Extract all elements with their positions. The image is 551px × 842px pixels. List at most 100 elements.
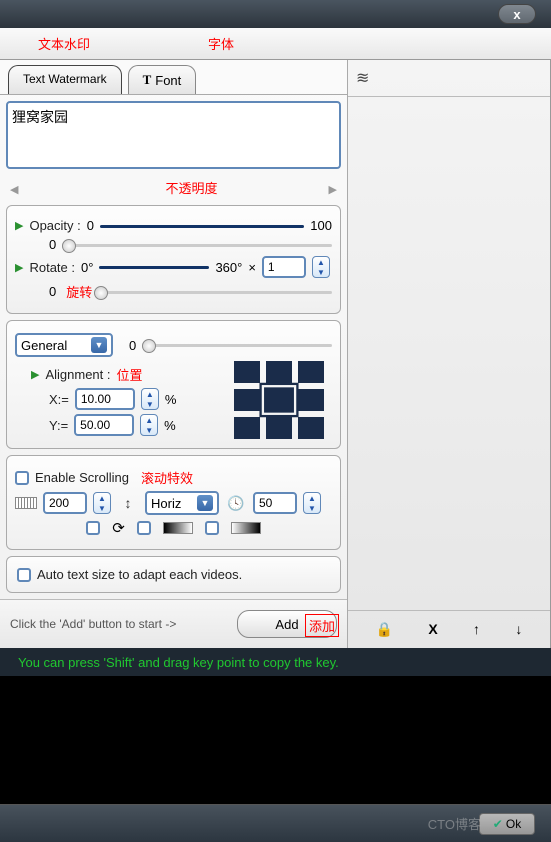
lock-icon[interactable]: 🔒 [376,621,393,638]
ok-button[interactable]: ✔ Ok [479,813,535,835]
clock-icon: 🕓 [225,494,247,512]
chevron-down-icon: ▼ [91,337,107,353]
align-mr[interactable] [298,389,324,411]
rotate-spinner[interactable]: ▲▼ [312,256,330,278]
opacity-value-row: 0 [15,237,332,252]
left-panel: Text Watermark T Font 狸窝家园 ◀ 不透明度 ▶ ▶ Op… [0,60,348,648]
y-spinner[interactable]: ▲▼ [140,414,158,436]
general-dropdown[interactable]: General ▼ [15,333,113,357]
alignment-label-row: ▶ Alignment : 位置 [31,365,234,384]
ann-scrolling: 滚动特效 [141,468,193,487]
chevron-down-icon[interactable]: ▼ [313,267,329,277]
opt2-checkbox[interactable] [137,521,151,535]
y-input[interactable] [74,414,134,436]
auto-text-label: Auto text size to adapt each videos. [37,567,242,582]
down-icon[interactable]: ↓ [515,621,522,638]
auto-text-checkbox[interactable] [17,568,31,582]
enable-scrolling-label: Enable Scrolling [35,470,129,485]
rotate-min: 0° [81,260,93,275]
ann-add: 添加 [305,614,339,637]
chevron-up-icon[interactable]: ▲ [304,493,320,503]
chevron-up-icon[interactable]: ▲ [313,257,329,267]
general-alignment-section: General ▼ 0 ▶ Alignment : 位置 [6,320,341,449]
triangle-icon: ▶ [15,261,23,274]
right-bottom-toolbar: 🔒 X ↑ ↓ [348,610,550,648]
general-num: 0 [129,338,136,353]
align-bc[interactable] [266,417,292,439]
opacity-row: ▶ Opacity : 0 100 [15,218,332,233]
delete-icon[interactable]: X [428,621,437,638]
scroll-speed-input[interactable] [253,492,297,514]
auto-text-section: Auto text size to adapt each videos. [6,556,341,593]
rotate-times-input[interactable] [262,256,306,278]
rotate-label: Rotate : [29,260,75,275]
chevron-down-icon[interactable]: ▼ [304,503,320,513]
shift-hint: You can press 'Shift' and drag key point… [18,655,339,670]
scroll-speed-spinner[interactable]: ▲▼ [303,492,321,514]
up-icon[interactable]: ↑ [473,621,480,638]
arrow-right-icon: ▶ [329,183,337,196]
chevron-up-icon[interactable]: ▲ [142,389,158,399]
tab-font[interactable]: T Font [128,65,197,94]
watermark-text-input[interactable]: 狸窝家园 [6,101,341,169]
rotate-times: × [248,260,256,275]
ann-position: 位置 [117,365,143,384]
align-ml[interactable] [234,389,260,411]
general-slider[interactable] [142,339,332,351]
x-label: X:= [49,392,69,407]
opt1-checkbox[interactable] [86,521,100,535]
align-mc[interactable] [264,387,294,412]
chevron-up-icon[interactable]: ▲ [94,493,110,503]
add-hint: Click the 'Add' button to start -> [10,617,229,631]
close-button[interactable]: x [498,4,536,24]
rotate-slider[interactable] [99,261,209,273]
opt3-checkbox[interactable] [205,521,219,535]
right-tools: ≋ [348,60,550,97]
direction-dropdown[interactable]: Horiz ▼ [145,491,219,515]
opacity-value-slider[interactable] [62,239,332,251]
x-spinner[interactable]: ▲▼ [141,388,159,410]
scrolling-options-row: ⟳ [15,519,332,537]
align-tc[interactable] [266,361,292,383]
scroll-width-input[interactable] [43,492,87,514]
opacity-slider[interactable] [100,220,304,232]
right-body [348,97,550,610]
tab-text-watermark[interactable]: Text Watermark [8,65,122,94]
y-percent: % [164,418,176,433]
direction-value: Horiz [151,496,197,511]
align-tl[interactable] [234,361,260,383]
right-panel: ≋ 🔒 X ↑ ↓ [348,60,551,648]
align-br[interactable] [298,417,324,439]
x-input[interactable] [75,388,135,410]
scroll-width-spinner[interactable]: ▲▼ [93,492,111,514]
arrow-bar: ◀ 不透明度 ▶ [10,180,337,199]
rotate-row: ▶ Rotate : 0° 360° × ▲▼ [15,256,332,278]
triangle-icon: ▶ [31,368,39,381]
arrow-left-icon: ◀ [10,183,18,196]
opacity-max: 100 [310,218,332,233]
enable-scrolling-row: Enable Scrolling 滚动特效 [15,468,332,487]
chevron-up-icon[interactable]: ▲ [141,415,157,425]
opacity-label: Opacity : [29,218,80,233]
scrolling-params-row: ▲▼ ↕ Horiz ▼ 🕓 ▲▼ [15,491,332,515]
rotate-value-slider[interactable] [94,286,332,298]
annotation-bar: 文本水印 字体 [0,28,551,60]
general-row: General ▼ 0 [15,333,332,357]
general-value: General [21,338,91,353]
alignment-wrapper: ▶ Alignment : 位置 X:= ▲▼ % Y:= ▲▼ % [15,361,332,440]
y-row: Y:= ▲▼ % [31,414,234,436]
layers-icon[interactable]: ≋ [356,70,369,87]
chevron-down-icon[interactable]: ▼ [94,503,110,513]
alignment-grid [234,361,324,440]
chevron-down-icon[interactable]: ▼ [141,425,157,435]
gradient-icon [163,522,193,534]
hint-bar: You can press 'Shift' and drag key point… [0,648,551,676]
enable-scrolling-checkbox[interactable] [15,471,29,485]
align-tr[interactable] [298,361,324,383]
chevron-down-icon[interactable]: ▼ [142,399,158,409]
ann-opacity: 不透明度 [166,178,218,197]
opacity-value: 0 [49,237,56,252]
direction-icon[interactable]: ↕ [117,494,139,512]
rotate-value-row: 0 旋转 [15,282,332,301]
align-bl[interactable] [234,417,260,439]
